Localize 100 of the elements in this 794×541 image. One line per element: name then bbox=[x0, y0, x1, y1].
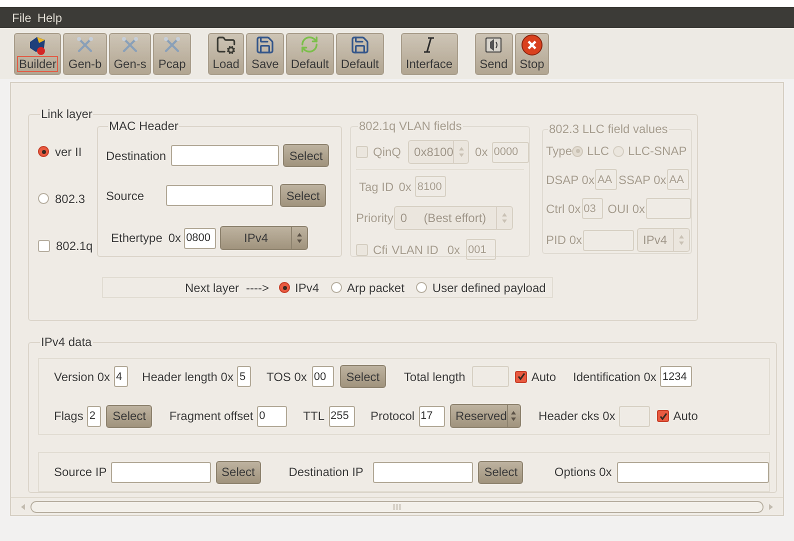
field-label: Ctrl 0x bbox=[546, 200, 581, 218]
field-label: Source bbox=[106, 188, 144, 204]
field-label: VLAN ID bbox=[392, 242, 438, 258]
field-label: Ethertype bbox=[111, 230, 162, 247]
field-label: ----> bbox=[246, 280, 270, 296]
field-label: SSAP 0x bbox=[618, 172, 666, 188]
input-field[interactable] bbox=[616, 462, 769, 482]
dropdown[interactable]: IPv4 bbox=[220, 226, 308, 250]
field-label: Priority bbox=[356, 210, 394, 227]
toolbar-button[interactable]: Save bbox=[246, 32, 284, 74]
toolbar-button[interactable]: Send bbox=[474, 32, 513, 74]
tools-icon bbox=[120, 34, 140, 54]
option-label: 802.3 bbox=[55, 190, 86, 208]
field-label: TOS 0x bbox=[266, 368, 307, 386]
input-field[interactable]: 2 bbox=[87, 406, 102, 426]
field-label: Fragment offset bbox=[169, 408, 254, 425]
field-label: OUI 0x bbox=[608, 200, 646, 218]
spinner-icon bbox=[510, 410, 518, 422]
tools-icon bbox=[162, 34, 182, 54]
radio-button[interactable] bbox=[416, 282, 428, 293]
spinner-icon bbox=[296, 232, 304, 244]
group-title: IPv4 data bbox=[41, 335, 92, 349]
checkbox[interactable] bbox=[38, 240, 50, 252]
option-label: Arp packet bbox=[347, 280, 404, 296]
field-label: Tag ID bbox=[359, 178, 394, 196]
input-field[interactable]: 0 bbox=[257, 406, 288, 426]
toolbar-button[interactable]: Default bbox=[286, 32, 334, 74]
field-label: Total length bbox=[404, 368, 466, 386]
input-field[interactable] bbox=[166, 185, 274, 206]
field-label: Flags bbox=[54, 408, 84, 425]
refresh-icon bbox=[300, 35, 320, 54]
input-field[interactable]: 255 bbox=[328, 406, 355, 426]
field-label: Cfi bbox=[373, 242, 388, 258]
input-field[interactable]: 00 bbox=[312, 366, 334, 387]
radio-button[interactable] bbox=[38, 146, 49, 157]
option-label: LLC bbox=[587, 143, 610, 160]
radio-button[interactable] bbox=[279, 282, 290, 293]
input-field[interactable] bbox=[171, 145, 280, 166]
dropdown[interactable]: Reserved bbox=[450, 404, 521, 428]
toolbar-button[interactable]: Gen-b bbox=[63, 32, 107, 74]
option-label: LLC-SNAP bbox=[628, 143, 687, 160]
field-label: Auto bbox=[673, 408, 698, 425]
group-title: Link layer bbox=[41, 107, 92, 121]
input-field[interactable] bbox=[619, 406, 650, 426]
menu-item[interactable]: File bbox=[12, 8, 32, 26]
field-label: 0x bbox=[475, 144, 488, 161]
field-label: Type bbox=[546, 143, 572, 160]
field-label: Destination bbox=[106, 148, 166, 164]
select-button[interactable]: Select bbox=[478, 460, 524, 484]
field-label: DSAP 0x bbox=[546, 172, 594, 188]
field-label: TTL bbox=[303, 408, 325, 425]
toolbar-button[interactable]: Load bbox=[208, 32, 244, 74]
input-field[interactable]: 17 bbox=[418, 406, 445, 426]
toolbar-button[interactable]: Gen-s bbox=[108, 32, 152, 74]
option-label: User defined payload bbox=[432, 280, 546, 296]
toolbar-button[interactable]: Interface bbox=[400, 32, 458, 74]
toolbar-button[interactable]: Default bbox=[336, 32, 384, 74]
field-label: QinQ bbox=[373, 144, 402, 161]
input-field[interactable]: 0800 bbox=[184, 228, 216, 248]
toolbar-button[interactable]: Pcap bbox=[153, 32, 191, 74]
select-button[interactable]: Select bbox=[280, 184, 326, 207]
field-label: Options 0x bbox=[554, 464, 612, 481]
field-label: Destination IP bbox=[288, 464, 364, 481]
field-label: 0x bbox=[398, 178, 412, 196]
checkbox[interactable] bbox=[515, 370, 528, 382]
select-button[interactable]: Select bbox=[216, 460, 261, 484]
input-field[interactable]: 1234 bbox=[660, 366, 692, 387]
field-label: Header cks 0x bbox=[538, 408, 616, 425]
checkbox[interactable] bbox=[657, 410, 670, 422]
input-field[interactable] bbox=[110, 462, 211, 482]
field-label: Protocol bbox=[370, 408, 415, 425]
group-title: 802.3 LLC field values bbox=[549, 122, 668, 136]
stop-icon bbox=[520, 34, 543, 56]
radio-button[interactable] bbox=[331, 282, 342, 293]
select-button[interactable]: Select bbox=[106, 404, 152, 428]
cursor-icon bbox=[423, 36, 436, 54]
spinner-icon bbox=[678, 234, 686, 246]
field-label: Header length 0x bbox=[142, 368, 234, 386]
radio-button[interactable] bbox=[38, 193, 49, 204]
group-title: MAC Header bbox=[109, 119, 178, 133]
group-title: 802.1q VLAN fields bbox=[359, 119, 462, 133]
toolbar-button[interactable]: Builder bbox=[14, 32, 62, 74]
field-label: 0x bbox=[447, 242, 460, 258]
input-field[interactable] bbox=[373, 462, 474, 482]
select-button[interactable]: Select bbox=[283, 144, 330, 167]
field-label: Version 0x bbox=[54, 368, 110, 386]
field-label: Identification 0x bbox=[573, 368, 656, 386]
tools-icon bbox=[75, 34, 96, 54]
menu-item[interactable]: Help bbox=[37, 8, 62, 26]
option-label: ver II bbox=[55, 144, 82, 160]
input-field[interactable]: 5 bbox=[237, 366, 252, 387]
option-label: IPv4 bbox=[295, 280, 320, 296]
input-field[interactable] bbox=[472, 366, 510, 387]
field-label: Source IP bbox=[54, 464, 107, 481]
select-button[interactable]: Select bbox=[340, 365, 386, 388]
field-label: 0x bbox=[168, 230, 182, 247]
input-field[interactable]: 4 bbox=[114, 366, 128, 387]
field-label: PID 0x bbox=[546, 232, 582, 249]
toolbar-button[interactable]: Stop bbox=[514, 32, 550, 74]
floppy-icon bbox=[255, 34, 276, 54]
